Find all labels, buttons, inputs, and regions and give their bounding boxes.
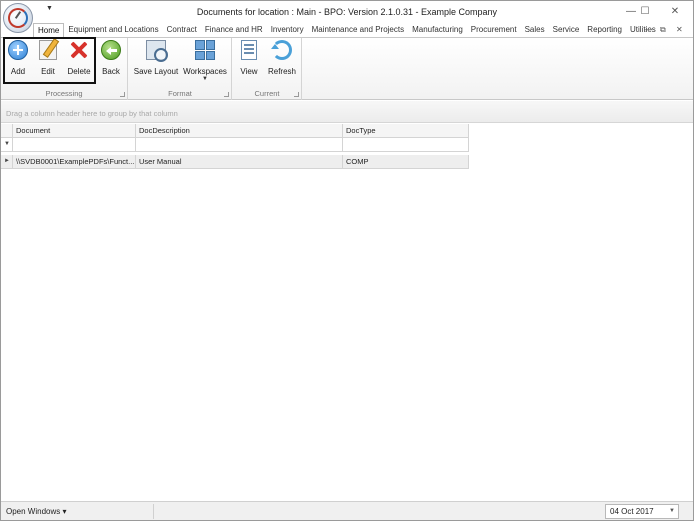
processing-highlight-box [3, 37, 96, 84]
tab-service[interactable]: Service [549, 23, 584, 38]
window-title: Documents for location : Main - BPO: Ver… [196, 7, 498, 17]
maximize-button[interactable]: ☐ [633, 5, 657, 19]
cell-document[interactable]: \\SVDB0001\ExamplePDFs\Funct... [13, 155, 136, 169]
group-processing-label: Processing [45, 89, 83, 98]
title-bar: Documents for location : Main - BPO: Ver… [1, 1, 693, 23]
tab-contract[interactable]: Contract [163, 23, 201, 38]
tab-maintenance-and-projects[interactable]: Maintenance and Projects [308, 23, 409, 38]
table-row[interactable]: ► \\SVDB0001\ExamplePDFs\Funct... User M… [1, 155, 469, 169]
cell-docdescription[interactable]: User Manual [136, 155, 343, 169]
status-divider [153, 504, 154, 519]
tab-equipment-and-locations[interactable]: Equipment and Locations [64, 23, 162, 38]
processing-launcher-icon[interactable] [120, 92, 125, 97]
cell-doctype[interactable]: COMP [343, 155, 469, 169]
save-layout-icon [146, 40, 168, 62]
group-by-panel[interactable]: Drag a column header here to group by th… [1, 101, 693, 123]
tab-reporting[interactable]: Reporting [583, 23, 626, 38]
refresh-icon [271, 40, 292, 60]
column-header-document[interactable]: Document [13, 124, 136, 138]
grid-filter-row: ▼ [1, 138, 469, 152]
save-layout-label: Save Layout [133, 67, 179, 76]
status-bar: Open Windows ▾ 04 Oct 2017 ▼ [1, 501, 693, 520]
save-layout-button[interactable]: Save Layout [133, 40, 179, 76]
tab-home[interactable]: Home [33, 23, 65, 38]
tab-sales[interactable]: Sales [521, 23, 549, 38]
ribbon-tabs: Home Equipment and Locations Contract Fi… [33, 23, 660, 38]
column-header-doctype[interactable]: DocType [343, 124, 469, 138]
group-current-label: Current [254, 89, 280, 98]
date-value: 04 Oct 2017 [610, 507, 654, 516]
tab-inventory[interactable]: Inventory [267, 23, 308, 38]
date-picker[interactable]: 04 Oct 2017 ▼ [605, 504, 679, 519]
tab-utilities[interactable]: Utilities [626, 23, 660, 38]
group-format-label: Format [168, 89, 192, 98]
view-icon [241, 40, 257, 60]
refresh-button[interactable]: Refresh [265, 40, 299, 76]
application-window: Documents for location : Main - BPO: Ver… [0, 0, 694, 521]
refresh-label: Refresh [267, 67, 296, 76]
group-format: Save Layout Workspaces ▼ Format [129, 38, 232, 100]
quick-access-dropdown-icon[interactable]: ▼ [46, 5, 53, 12]
view-button[interactable]: View [237, 40, 261, 76]
mdi-restore-icon[interactable]: ⧉ [660, 25, 666, 35]
mdi-close-icon[interactable]: ✕ [676, 25, 683, 34]
filter-icon[interactable]: ▼ [1, 138, 13, 152]
grid-header-row: Document DocDescription DocType [1, 124, 469, 138]
workspaces-icon [195, 40, 215, 60]
tab-finance-and-hr[interactable]: Finance and HR [201, 23, 267, 38]
workspaces-label: Workspaces [183, 67, 227, 76]
close-button[interactable]: ✕ [663, 5, 687, 19]
back-arrow-icon [101, 40, 121, 60]
workspaces-button[interactable]: Workspaces ▼ [182, 40, 228, 82]
date-dropdown-icon[interactable]: ▼ [669, 505, 675, 518]
filter-doctype[interactable] [343, 138, 469, 152]
format-launcher-icon[interactable] [224, 92, 229, 97]
header-indicator-cell [1, 124, 13, 138]
view-label: View [240, 67, 258, 76]
filter-document[interactable] [13, 138, 136, 152]
tab-manufacturing[interactable]: Manufacturing [408, 23, 467, 38]
filter-docdescription[interactable] [136, 138, 343, 152]
app-logo-icon[interactable] [3, 3, 33, 33]
group-by-hint: Drag a column header here to group by th… [6, 109, 178, 118]
ribbon-panel: Add Edit Delete Back Processing Save Lay… [1, 37, 693, 100]
back-label: Back [102, 67, 120, 76]
current-launcher-icon[interactable] [294, 92, 299, 97]
ribbon-minimize-icon[interactable]: — [644, 25, 652, 34]
workspaces-dropdown-icon: ▼ [202, 76, 208, 82]
row-indicator-icon: ► [1, 155, 13, 169]
group-current: View Refresh Current [233, 38, 302, 100]
open-windows-button[interactable]: Open Windows ▾ [6, 507, 66, 516]
back-button[interactable]: Back [98, 40, 124, 76]
column-header-docdescription[interactable]: DocDescription [136, 124, 343, 138]
tab-procurement[interactable]: Procurement [467, 23, 521, 38]
